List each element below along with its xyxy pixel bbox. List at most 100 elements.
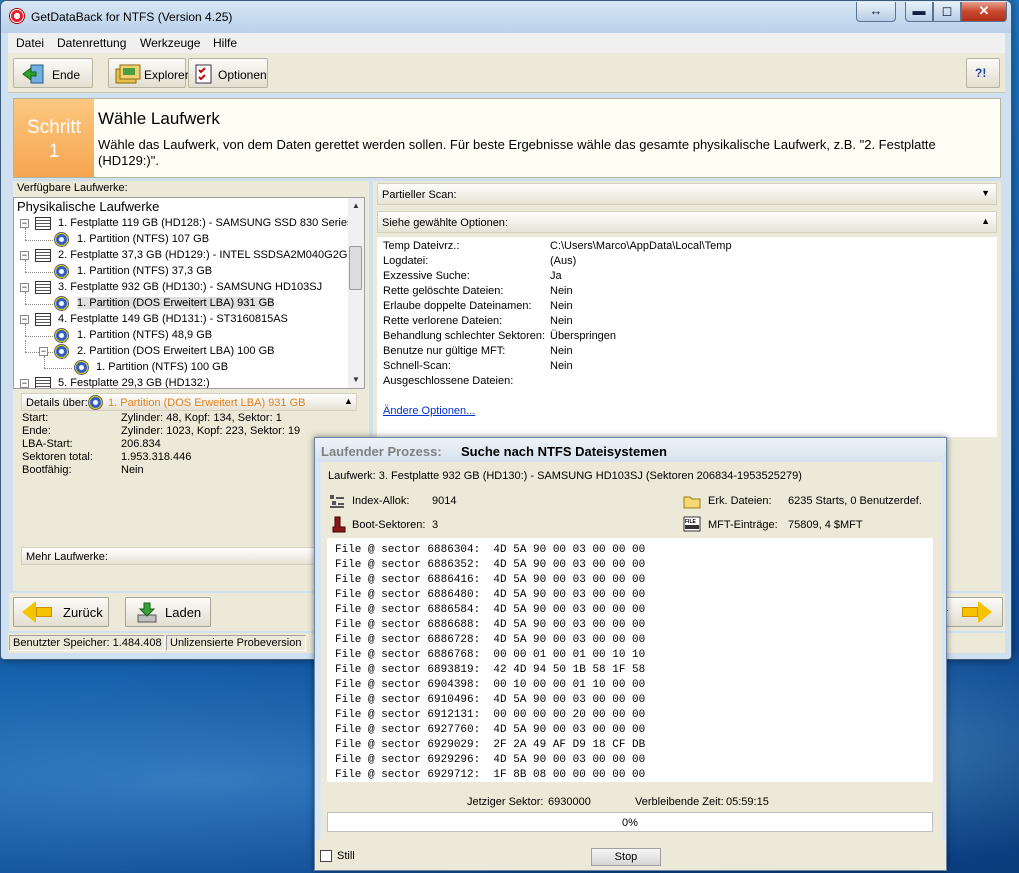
option-value: Nein bbox=[550, 300, 573, 312]
drive-info: Laufwerk: 3. Festplatte 932 GB (HD130:) … bbox=[328, 470, 802, 482]
back-button[interactable]: Zurück bbox=[13, 597, 109, 627]
partition-disc-icon bbox=[54, 232, 69, 247]
scroll-down-arrow-icon[interactable]: ▼ bbox=[348, 372, 364, 388]
partial-scan-header[interactable]: Partieller Scan: ▼ bbox=[377, 183, 997, 205]
still-checkbox[interactable] bbox=[320, 850, 332, 862]
partition-disc-icon bbox=[88, 395, 103, 410]
option-value: Nein bbox=[550, 345, 573, 357]
more-drives-header[interactable]: Mehr Laufwerke: bbox=[21, 547, 357, 565]
progress-dialog: Laufender Prozess: Suche nach NTFS Datei… bbox=[314, 437, 947, 871]
option-label: Benutze nur gültige MFT: bbox=[383, 345, 506, 357]
options-button[interactable]: Optionen bbox=[188, 58, 268, 88]
tree-item[interactable]: − 3. Festplatte 932 GB (HD130:) - SAMSUNG… bbox=[14, 280, 348, 296]
hard-disk-icon bbox=[35, 249, 51, 262]
tree-expander-icon[interactable]: − bbox=[20, 315, 29, 324]
tree-item-label: 1. Partition (NTFS) 37,3 GB bbox=[77, 265, 213, 277]
details-header[interactable]: Details über: 1. Partition (DOS Erweiter… bbox=[21, 393, 357, 411]
log-line: File @ sector 6929296: 4D 5A 90 00 03 00… bbox=[335, 754, 646, 766]
help-button[interactable]: ?! bbox=[966, 58, 1000, 88]
load-button[interactable]: Laden bbox=[125, 597, 211, 627]
tree-expander-icon[interactable]: − bbox=[20, 283, 29, 292]
selected-options-header[interactable]: Siehe gewählte Optionen: ▲ bbox=[377, 211, 997, 233]
memory-usage: Benutzter Speicher: 1.484.408 bbox=[9, 635, 165, 651]
detail-label: Ende: bbox=[22, 425, 51, 437]
detail-label: Start: bbox=[22, 412, 49, 424]
option-label: Rette gelöschte Dateien: bbox=[383, 285, 504, 297]
log-line: File @ sector 6904398: 00 10 00 00 01 10… bbox=[335, 679, 646, 691]
option-value: Ja bbox=[550, 270, 562, 282]
hard-disk-icon bbox=[35, 281, 51, 294]
option-value: Überspringen bbox=[550, 330, 617, 342]
tree-expander-icon[interactable]: − bbox=[20, 219, 29, 228]
close-button[interactable]: ✕ bbox=[961, 2, 1007, 22]
index-alloc-value: 9014 bbox=[432, 495, 457, 507]
explorer-button[interactable]: Explorer bbox=[108, 58, 189, 88]
tree-expander-icon[interactable]: − bbox=[20, 251, 29, 260]
tree-item-label: 1. Partition (DOS Erweitert LBA) 931 GB bbox=[77, 297, 275, 309]
menu-datei[interactable]: Datei bbox=[16, 36, 44, 50]
log-line: File @ sector 6886416: 4D 5A 90 00 03 00… bbox=[335, 574, 646, 586]
found-files-value: 6235 Starts, 0 Benutzerdef. bbox=[788, 495, 922, 507]
tree-item[interactable]: − 5. Festplatte 29,3 GB (HD132:) bbox=[14, 376, 348, 388]
tree-item-label: 1. Partition (NTFS) 48,9 GB bbox=[77, 329, 213, 341]
detail-label: Sektoren total: bbox=[22, 451, 93, 463]
maximize-button[interactable]: ◻ bbox=[933, 2, 961, 22]
menu-bar: Datei Datenrettung Werkzeuge Hilfe bbox=[8, 33, 1005, 53]
menu-datenrettung[interactable]: Datenrettung bbox=[57, 36, 126, 50]
tree-expander-icon[interactable]: − bbox=[39, 347, 48, 356]
tree-item[interactable]: 1. Partition (NTFS) 107 GB bbox=[14, 228, 348, 248]
option-value: Nein bbox=[550, 360, 573, 372]
menu-werkzeuge[interactable]: Werkzeuge bbox=[140, 36, 200, 50]
title-bar[interactable]: GetDataBack for NTFS (Version 4.25) ↔ ▬ … bbox=[1, 1, 1011, 33]
load-download-icon bbox=[137, 602, 157, 623]
option-label: Temp Dateivrz.: bbox=[383, 240, 460, 252]
step-indicator: Schritt 1 bbox=[14, 99, 94, 177]
log-line: File @ sector 6886728: 4D 5A 90 00 03 00… bbox=[335, 634, 646, 646]
hard-disk-icon bbox=[35, 377, 51, 388]
options-list: Temp Dateivrz.: C:\Users\Marco\AppData\Lo… bbox=[377, 237, 997, 437]
checklist-icon bbox=[195, 64, 212, 84]
remaining-time-value: 05:59:15 bbox=[726, 796, 769, 808]
tree-item[interactable]: − 1. Festplatte 119 GB (HD128:) - SAMSUNG… bbox=[14, 216, 352, 232]
log-line: File @ sector 6886768: 00 00 01 00 01 00… bbox=[335, 649, 646, 661]
detail-label: LBA-Start: bbox=[22, 438, 73, 450]
log-line: File @ sector 6929029: 2F 2A 49 AF D9 18… bbox=[335, 739, 646, 751]
log-line: File @ sector 6886304: 4D 5A 90 00 03 00… bbox=[335, 544, 646, 556]
tree-item[interactable]: 1. Partition (NTFS) 37,3 GB bbox=[14, 260, 348, 280]
resize-button[interactable]: ↔ bbox=[856, 2, 896, 22]
tree-scrollbar[interactable]: ▲ ▼ bbox=[348, 198, 364, 388]
option-label: Schnell-Scan: bbox=[383, 360, 451, 372]
index-alloc-icon bbox=[330, 495, 344, 508]
exit-button[interactable]: Ende bbox=[13, 58, 93, 88]
scroll-thumb[interactable] bbox=[349, 246, 362, 290]
tree-item[interactable]: − 2. Festplatte 37,3 GB (HD129:) - INTEL … bbox=[14, 248, 355, 264]
tree-item[interactable]: − 2. Partition (DOS Erweitert LBA) 100 GB bbox=[14, 340, 348, 360]
svg-text:FILE: FILE bbox=[685, 519, 696, 525]
step-title: Wähle Laufwerk bbox=[98, 109, 220, 128]
log-line: File @ sector 6893819: 42 4D 94 50 1B 58… bbox=[335, 664, 646, 676]
stop-button[interactable]: Stop bbox=[591, 848, 661, 866]
tree-item[interactable]: 1. Partition (NTFS) 48,9 GB bbox=[14, 324, 348, 344]
file-icon: FILE bbox=[683, 516, 701, 532]
tree-expander-icon[interactable]: − bbox=[20, 379, 29, 388]
menu-hilfe[interactable]: Hilfe bbox=[213, 36, 237, 50]
log-line: File @ sector 6929712: 1F 8B 08 00 00 00… bbox=[335, 769, 646, 781]
tree-item-label: 2. Partition (DOS Erweitert LBA) 100 GB bbox=[77, 345, 275, 357]
boot-icon bbox=[332, 516, 346, 533]
tree-item[interactable]: 1. Partition (DOS Erweitert LBA) 931 GB bbox=[14, 292, 348, 312]
option-label: Rette verlorene Dateien: bbox=[383, 315, 503, 327]
expand-arrow-icon: ▼ bbox=[981, 188, 990, 198]
change-options-link[interactable]: Ändere Optionen... bbox=[383, 405, 475, 417]
minimize-button[interactable]: ▬ bbox=[905, 2, 933, 22]
partition-disc-icon bbox=[54, 296, 69, 311]
collapse-arrow-icon: ▲ bbox=[981, 216, 990, 226]
drive-tree[interactable]: Physikalische Laufwerke − 1. Festplatte 1… bbox=[13, 197, 365, 389]
folder-icon bbox=[683, 496, 701, 509]
collapse-arrow-icon[interactable]: ▲ bbox=[344, 396, 353, 406]
tree-item[interactable]: − 4. Festplatte 149 GB (HD131:) - ST31608… bbox=[14, 312, 348, 328]
tree-item[interactable]: 1. Partition (NTFS) 100 GB bbox=[14, 356, 348, 376]
option-value: Nein bbox=[550, 285, 573, 297]
partition-disc-icon bbox=[54, 328, 69, 343]
help-icon: ?! bbox=[975, 66, 987, 80]
scroll-up-arrow-icon[interactable]: ▲ bbox=[348, 198, 364, 214]
